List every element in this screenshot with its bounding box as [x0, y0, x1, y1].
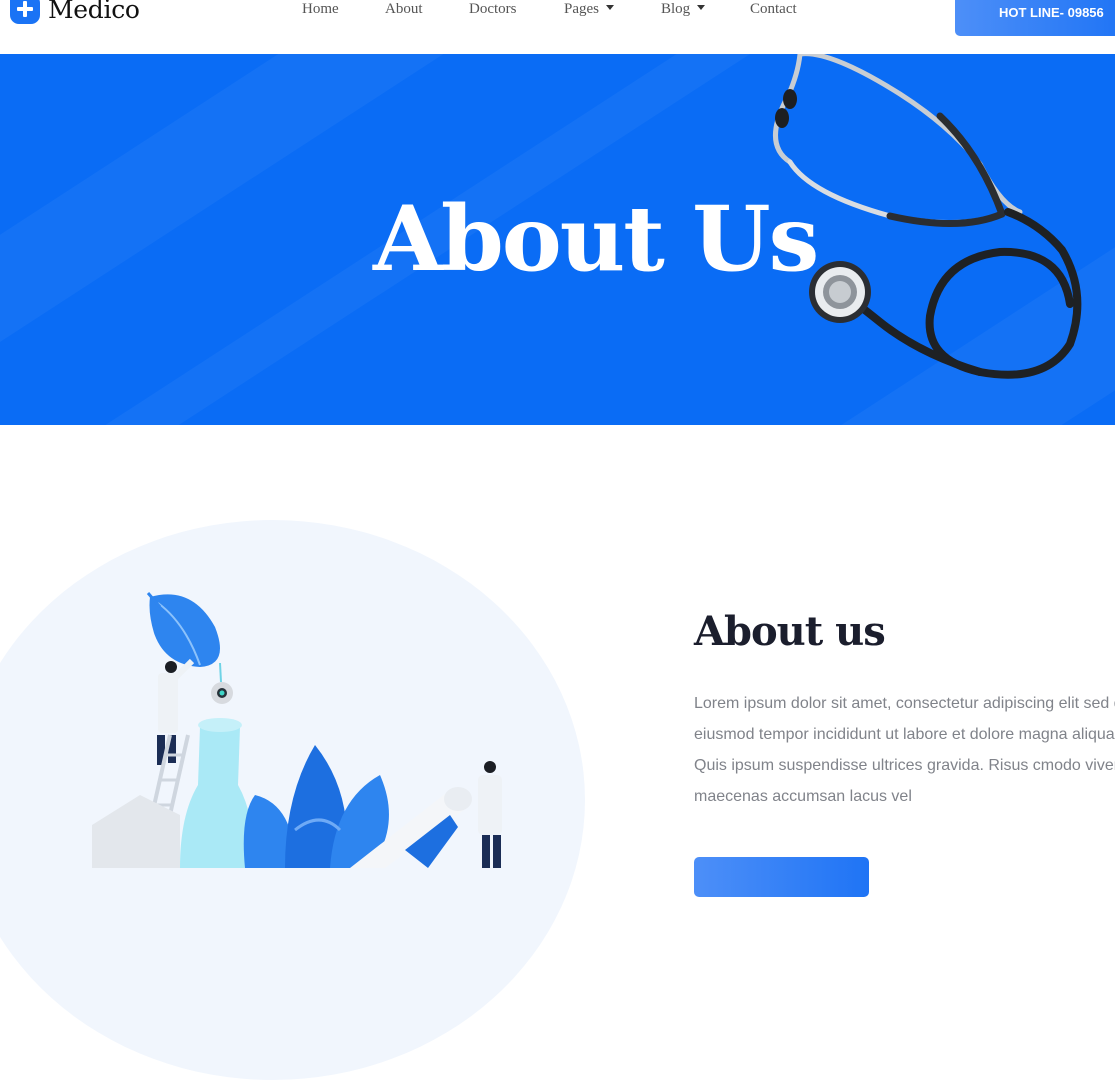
nav-home[interactable]: Home [302, 1, 339, 18]
hero-banner: About Us [0, 54, 1115, 425]
lab-illustration [92, 592, 502, 868]
about-heading: About us [694, 608, 886, 655]
caret-down-icon [606, 5, 614, 10]
about-text-line: maecenas accumsan lacus vel [694, 788, 912, 805]
navbar: Medico Home About Doctors Pages Blog Con… [0, 0, 1115, 54]
caret-down-icon [697, 5, 706, 10]
nav-doctors[interactable]: Doctors [469, 1, 517, 18]
plus-icon [10, 0, 40, 24]
hotline-button[interactable]: HOT LINE- 09856 [955, 0, 1115, 36]
nav-contact[interactable]: Contact [750, 1, 797, 18]
about-text-line: Lorem ipsum dolor sit amet, consectetur … [694, 695, 1115, 712]
about-text-line: eiusmod tempor incididunt ut labore et d… [694, 726, 1115, 743]
brand-name: Medico [48, 0, 140, 24]
stethoscope-image [773, 54, 1082, 379]
about-text: Lorem ipsum dolor sit amet, consectetur … [694, 688, 1115, 812]
brand-logo[interactable]: Medico [10, 0, 140, 24]
nav-blog[interactable]: Blog [661, 1, 706, 18]
about-text-line: Quis ipsum suspendisse ultrices gravida.… [694, 757, 1115, 774]
nav-pages[interactable]: Pages [564, 1, 614, 18]
nav-about[interactable]: About [385, 1, 423, 18]
read-more-button[interactable] [694, 857, 869, 897]
